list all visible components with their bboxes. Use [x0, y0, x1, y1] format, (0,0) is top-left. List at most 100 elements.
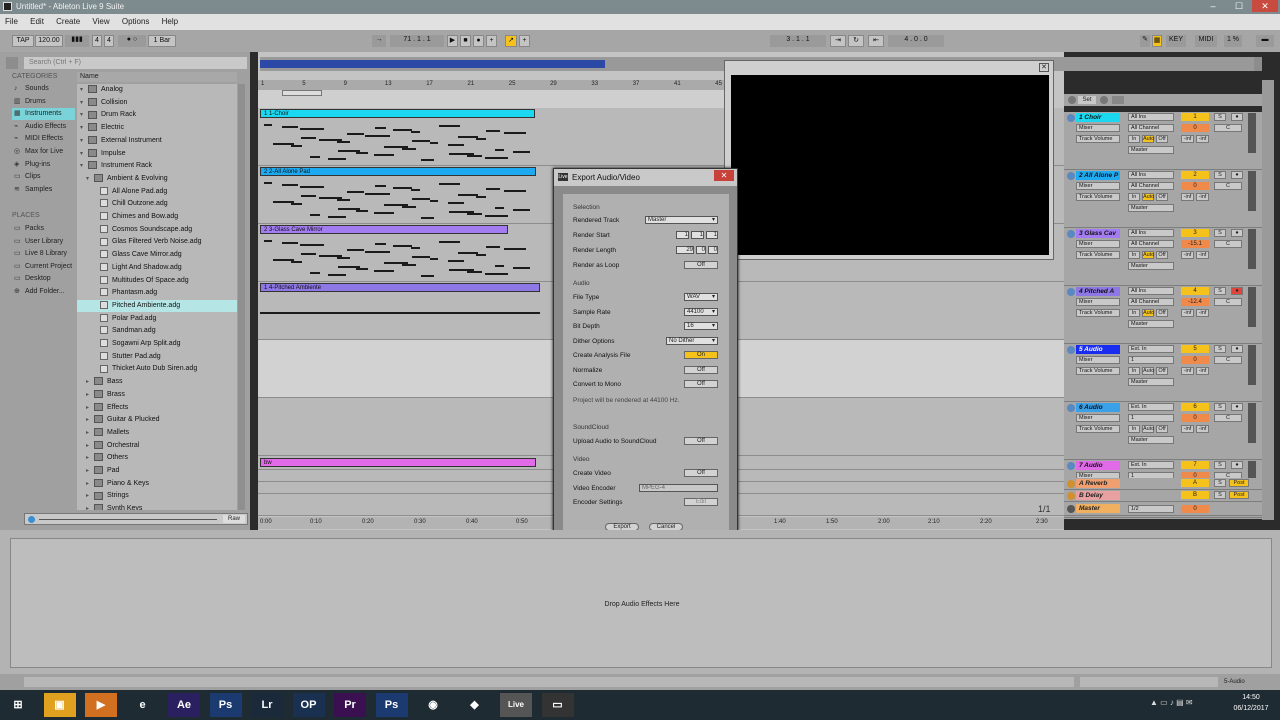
arm-button[interactable]: ●: [1231, 403, 1243, 411]
solo-button[interactable]: S: [1214, 229, 1226, 237]
track-volume-select[interactable]: Track Volume: [1076, 251, 1120, 259]
sends-toggle-icon[interactable]: [1100, 96, 1108, 104]
browser-item[interactable]: ▸ Synth Keys: [77, 503, 237, 510]
taskbar-ableton-live-icon[interactable]: Live: [500, 693, 532, 717]
menu-create[interactable]: Create: [51, 14, 85, 26]
taskbar-start-icon[interactable]: ⊞: [2, 693, 34, 717]
computer-midi-icon[interactable]: ▦: [1152, 35, 1162, 47]
automation-arm-icon[interactable]: ↗: [505, 35, 517, 47]
preview-toggle-icon[interactable]: [28, 516, 35, 523]
rendered-track-select[interactable]: Master ▾: [645, 216, 718, 224]
volume-field[interactable]: -12.4: [1181, 298, 1209, 306]
clip[interactable]: 2 3-Glass Cave Mirror: [260, 225, 508, 234]
draw-mode-icon[interactable]: ✎: [1140, 35, 1150, 47]
loop-brace-area[interactable]: [258, 90, 724, 108]
create-video-toggle[interactable]: Off: [684, 469, 718, 477]
mixer-scrollbar[interactable]: [1262, 80, 1274, 520]
return-fold-icon[interactable]: [1067, 492, 1075, 500]
place-current-project[interactable]: ▭ Current Project: [12, 261, 75, 273]
pan-knob[interactable]: C: [1214, 414, 1242, 422]
solo-button[interactable]: S: [1214, 461, 1226, 469]
track-name[interactable]: 6 Audio: [1076, 403, 1120, 412]
volume-field[interactable]: 0: [1181, 356, 1209, 364]
time-sig-denominator[interactable]: 4: [104, 35, 114, 47]
track-activator-button[interactable]: 3: [1181, 229, 1209, 237]
taskbar-chrome-icon[interactable]: ◉: [417, 693, 449, 717]
input-select[interactable]: Ext. In: [1128, 403, 1174, 411]
monitor-in-button[interactable]: In: [1128, 135, 1140, 143]
taskbar-openshot-icon[interactable]: OP: [292, 693, 325, 717]
loop-brace[interactable]: [282, 90, 322, 96]
return-track-name[interactable]: B Delay: [1076, 491, 1120, 500]
menu-help[interactable]: Help: [157, 14, 183, 26]
browser-item[interactable]: Chill Outzone.adg: [77, 198, 237, 210]
taskbar-lightroom-icon[interactable]: Lr: [251, 693, 283, 717]
browser-item[interactable]: ▸ Others: [77, 452, 237, 464]
normalize-toggle[interactable]: Off: [684, 366, 718, 374]
pan-knob[interactable]: C: [1214, 182, 1242, 190]
monitor-auto-button[interactable]: Auto: [1142, 309, 1154, 317]
expand-icon[interactable]: ▸: [86, 402, 94, 414]
clip[interactable]: bw: [260, 458, 536, 467]
place-packs[interactable]: ▭ Packs: [12, 223, 75, 235]
browser-item[interactable]: Phantasm.adg: [77, 287, 237, 299]
render-length-beats[interactable]: 0: [696, 246, 706, 254]
tap-tempo-button[interactable]: TAP: [12, 35, 34, 47]
device-drop-area[interactable]: Drop Audio Effects Here: [10, 538, 1272, 668]
monitor-in-button[interactable]: In: [1128, 251, 1140, 259]
pan-knob[interactable]: C: [1214, 356, 1242, 364]
position-field[interactable]: 71 . 1 . 1: [390, 35, 444, 47]
volume-field[interactable]: 0: [1181, 182, 1209, 190]
expand-icon[interactable]: ▸: [86, 389, 94, 401]
track-activator-button[interactable]: 4: [1181, 287, 1209, 295]
master-track-name[interactable]: Master: [1076, 504, 1120, 513]
input-select[interactable]: All Ins: [1128, 113, 1174, 121]
browser-item[interactable]: ▸ Orchestral: [77, 440, 237, 452]
track-name[interactable]: 3 Glass Cav: [1076, 229, 1120, 238]
taskbar-screen-recorder-icon[interactable]: ▭: [541, 693, 574, 717]
close-button[interactable]: ✕: [1252, 0, 1278, 12]
track-activator-button[interactable]: 7: [1181, 461, 1209, 469]
punch-out-icon[interactable]: ⇤: [868, 35, 884, 47]
category-sounds[interactable]: ♪ Sounds: [12, 83, 75, 95]
input-type-select[interactable]: Mixer: [1076, 356, 1120, 364]
browser-item[interactable]: Pitched Ambiente.adg: [77, 299, 237, 312]
category-drums[interactable]: ▥ Drums: [12, 96, 75, 108]
solo-button[interactable]: S: [1214, 345, 1226, 353]
export-dialog-close-button[interactable]: ✕: [714, 170, 734, 181]
return-track-name[interactable]: A Reverb: [1076, 479, 1120, 488]
taskbar-media-icon[interactable]: ▶: [85, 693, 117, 717]
place-live-8-library[interactable]: ▭ Live 8 Library: [12, 248, 75, 260]
menu-edit[interactable]: Edit: [25, 14, 49, 26]
browser-item[interactable]: ▸ Brass: [77, 389, 237, 401]
monitor-auto-button[interactable]: Auto: [1142, 193, 1154, 201]
place-user-library[interactable]: ▭ User Library: [12, 236, 75, 248]
collapse-icon[interactable]: ▾: [86, 173, 94, 185]
monitor-auto-button[interactable]: Auto: [1142, 135, 1154, 143]
track-volume-select[interactable]: Track Volume: [1076, 135, 1120, 143]
arm-button[interactable]: ●: [1231, 345, 1243, 353]
master-volume-field[interactable]: 0: [1181, 505, 1209, 513]
taskbar-photoshop-2-icon[interactable]: Ps: [375, 693, 408, 717]
master-routing-select[interactable]: 1/2: [1128, 505, 1174, 513]
monitor-off-button[interactable]: Off: [1156, 251, 1168, 259]
track-name[interactable]: 2 All Alone P: [1076, 171, 1120, 180]
tempo-field[interactable]: 120.00: [35, 35, 63, 47]
expand-icon[interactable]: ▸: [86, 376, 94, 388]
browser-item[interactable]: ▾ Analog: [77, 84, 237, 96]
track-volume-select[interactable]: Track Volume: [1076, 425, 1120, 433]
return-activator-button[interactable]: B: [1181, 491, 1209, 499]
arrangement-scroll-icon[interactable]: [1254, 57, 1262, 71]
clip[interactable]: 1 1-Choir: [260, 109, 535, 118]
taskbar-kodi-icon[interactable]: ◆: [458, 693, 491, 717]
taskbar-internet-explorer-icon[interactable]: e: [126, 693, 159, 717]
input-type-select[interactable]: Mixer: [1076, 298, 1120, 306]
category-instruments[interactable]: ▦ Instruments: [12, 108, 75, 121]
browser-item[interactable]: Polar Pad.adg: [77, 313, 237, 325]
expand-icon[interactable]: ▸: [86, 490, 94, 502]
place-add-folder[interactable]: ⊕ Add Folder...: [12, 286, 75, 298]
collapse-icon[interactable]: ▾: [80, 84, 88, 96]
browser-item[interactable]: Light And Shadow.adg: [77, 262, 237, 274]
post-button[interactable]: Post: [1229, 491, 1249, 499]
track-name[interactable]: 4 Pitched A: [1076, 287, 1120, 296]
